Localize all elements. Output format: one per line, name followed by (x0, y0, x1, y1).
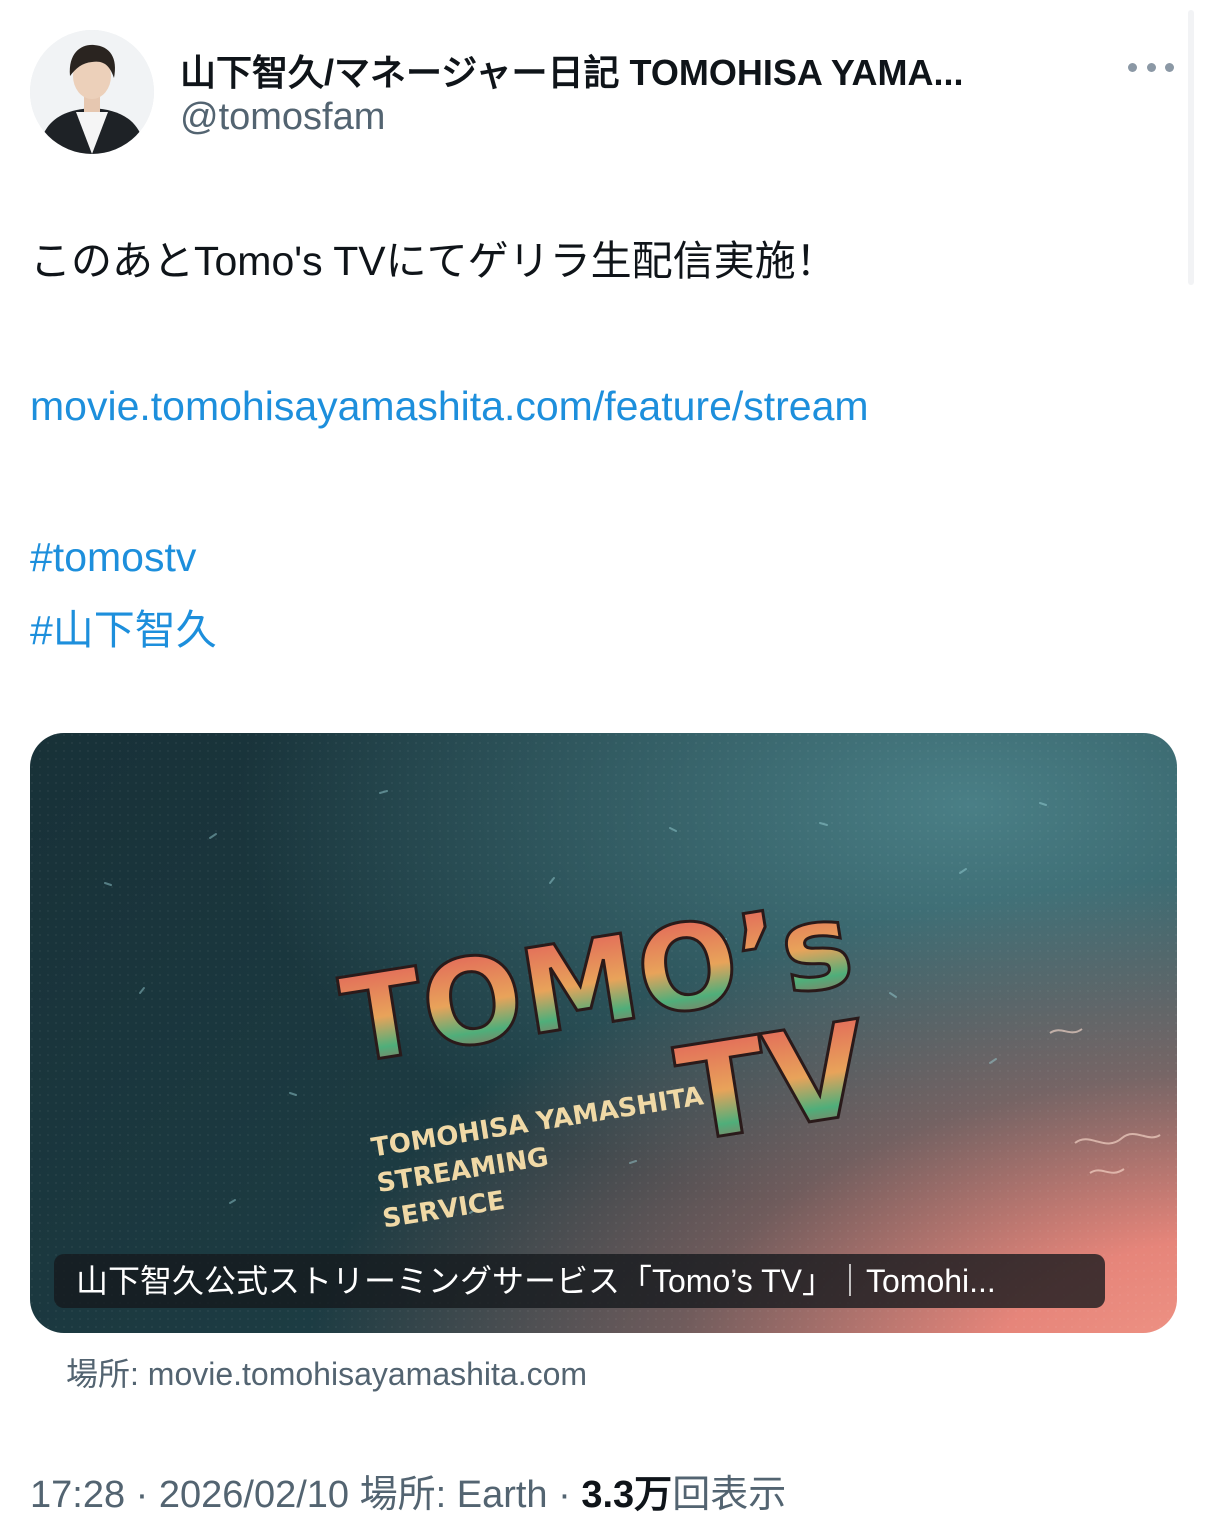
handle[interactable]: @tomosfam (180, 96, 385, 139)
card-title[interactable]: 山下智久公式ストリーミングサービス「Tomo’s TV」｜Tomohi... (54, 1254, 1105, 1308)
dot (1146, 62, 1156, 72)
more-options-icon[interactable] (1128, 52, 1174, 82)
link-preview-card[interactable]: TOMO’s TV TOMOHISA YAMASHITA STREAMING S… (30, 733, 1177, 1333)
hashtag-yamashita[interactable]: #山下智久 (30, 606, 217, 655)
card-source[interactable]: 場所: movie.tomohisayamashita.com (66, 1349, 587, 1395)
post-time[interactable]: 17:28 (30, 1474, 125, 1516)
separator: · (547, 1474, 582, 1516)
view-count: 3.3万 (581, 1474, 673, 1516)
avatar[interactable] (30, 30, 154, 154)
dot (1128, 62, 1137, 72)
display-name[interactable]: 山下智久/マネージャー日記 TOMOHISA YAMA... (180, 44, 1105, 96)
dot (1165, 62, 1174, 72)
post-location[interactable]: 場所: Earth (360, 1474, 548, 1516)
post-meta: 17:28 · 2026/02/10 場所: Earth · 3.3万回表示 (30, 1463, 786, 1518)
hashtag-tomostv[interactable]: #tomostv (30, 533, 196, 582)
separator: · (125, 1474, 159, 1516)
post-text: このあとTomo's TVにてゲリラ生配信実施！ (30, 238, 837, 284)
card-image: TOMO’s TV TOMOHISA YAMASHITA STREAMING S… (30, 733, 1177, 1333)
post-link[interactable]: movie.tomohisayamashita.com/feature/stre… (30, 382, 869, 431)
post-date[interactable]: 2026/02/10 (159, 1474, 349, 1516)
view-label: 回表示 (672, 1474, 787, 1516)
person-avatar-icon (30, 30, 154, 154)
scroll-indicator (1188, 10, 1194, 285)
